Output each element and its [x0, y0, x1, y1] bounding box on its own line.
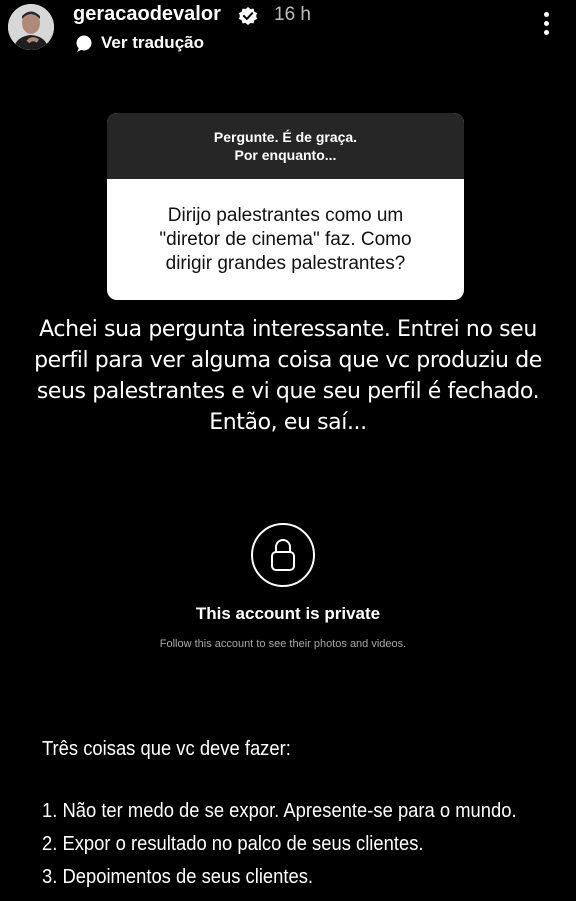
tips-block: Três coisas que vc deve fazer: 1. Não te… [42, 735, 520, 896]
private-account-subtitle: Follow this account to see their photos … [159, 638, 407, 650]
question-prompt: Pergunte. É de graça. Por enquanto... [107, 113, 464, 179]
question-prompt-line-2: Por enquanto... [234, 147, 337, 163]
post-time: 16 h [274, 4, 311, 25]
tip-item: 3. Depoimentos de seus clientes. [42, 866, 314, 888]
translate-label: Ver tradução [101, 33, 204, 52]
verified-badge-icon [238, 7, 258, 25]
avatar-image [8, 4, 54, 50]
more-options-icon[interactable] [536, 12, 556, 42]
tip-item: 1. Não ter medo de se expor. Apresente-s… [42, 800, 517, 822]
lock-icon [271, 539, 295, 571]
question-prompt-line-1: Pergunte. É de graça. [213, 129, 358, 145]
username[interactable]: geracaodevalor [73, 3, 221, 26]
story-header: geracaodevalor 16 h Ver tradução [0, 0, 576, 60]
tips-title: Três coisas que vc deve fazer: [42, 738, 291, 760]
avatar[interactable] [8, 4, 54, 50]
tip-item: 2. Expor o resultado no palco de seus cl… [42, 833, 424, 855]
question-sticker: Pergunte. É de graça. Por enquanto... Di… [107, 113, 464, 300]
private-account-title: This account is private [195, 604, 381, 623]
question-text: Dirijo palestrantes como um "diretor de … [159, 204, 412, 274]
answer-text: Achei sua pergunta interessante. Entrei … [34, 317, 542, 435]
translate-icon [76, 35, 92, 52]
private-lock-badge [251, 523, 315, 587]
